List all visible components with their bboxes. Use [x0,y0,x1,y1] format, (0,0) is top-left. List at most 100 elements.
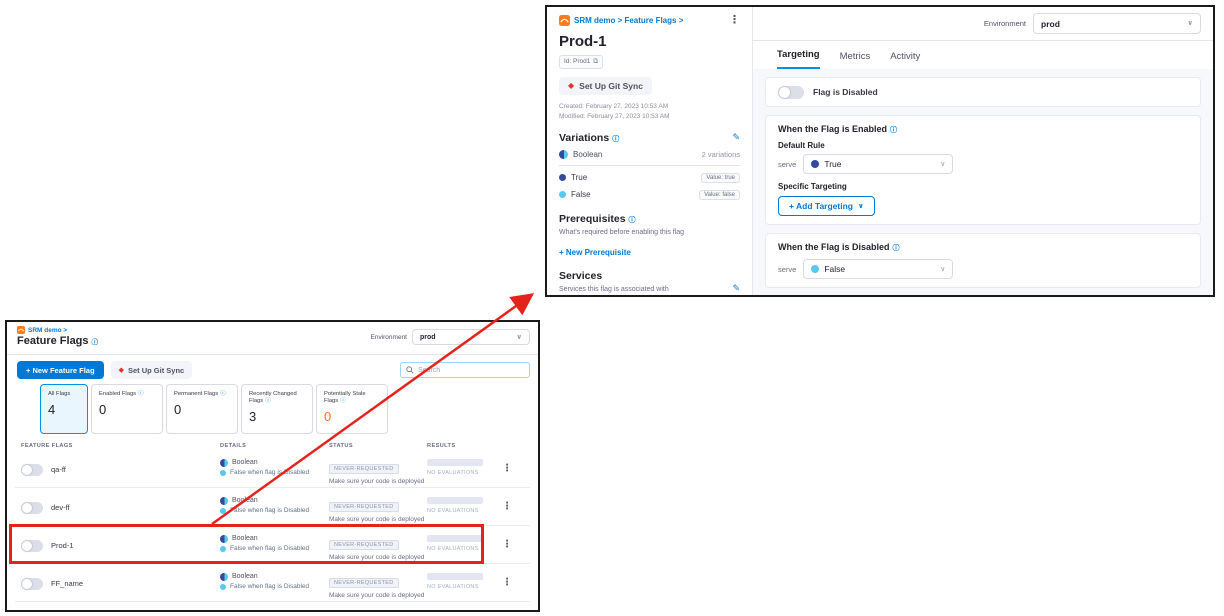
breadcrumb-text[interactable]: SRM demo > Feature Flags > [574,16,683,25]
search-box [400,362,530,378]
setup-git-sync-button[interactable]: ◆ Set Up Git Sync [111,361,193,379]
created-timestamp: Created: February 27, 2023 10:53 AM [559,102,740,112]
prerequisites-heading: Prerequisitesⓘ [559,213,740,225]
tab-metrics[interactable]: Metrics [840,51,871,69]
default-rule-serve-select[interactable]: True ∨ [803,154,953,174]
environment-select[interactable]: prod ∨ [412,329,530,345]
table-row[interactable]: dev-ff Boolean False when flag is Disabl… [15,490,530,526]
flag-state-card: Flag is Disabled [765,77,1201,107]
status-text: Make sure your code is deployed [329,554,424,561]
disabled-serve-select[interactable]: False ∨ [803,259,953,279]
default-rule-label: Default Rule [778,141,1188,150]
flag-toggle[interactable] [21,464,43,476]
serve-label: serve [778,265,796,274]
info-icon: ⓘ [265,398,271,404]
table-row[interactable]: FF_name Boolean False when flag is Disab… [15,566,530,602]
edit-variations-icon[interactable]: ✎ [732,132,740,143]
boolean-variation-icon [220,459,228,467]
search-input[interactable] [418,367,524,374]
stat-card-enabled-flags[interactable]: Enabled Flagsⓘ 0 [91,384,163,434]
git-sync-label: Set Up Git Sync [579,81,643,91]
info-icon: ⓘ [92,339,99,346]
results-bar [427,573,483,580]
variation-value-chip: Value: true [701,173,740,183]
setup-git-sync-button[interactable]: ◆ Set Up Git Sync [559,77,652,95]
variation-item: True Value: true [559,173,740,183]
stat-card-recently-changed-flags[interactable]: Recently Changed Flagsⓘ 3 [241,384,313,434]
flag-state-label: Flag is Disabled [813,87,878,97]
info-icon: ⓘ [340,398,346,404]
new-prerequisite-link[interactable]: + New Prerequisite [559,248,740,257]
breadcrumb[interactable]: SRM demo > Feature Flags > [559,15,683,26]
kebab-menu-icon[interactable]: ⋮ [502,540,512,550]
status-text: Make sure your code is deployed [329,516,424,523]
stat-value: 0 [324,409,380,424]
kebab-menu-icon[interactable]: ⋮ [729,15,740,26]
info-icon: ⓘ [612,136,619,143]
git-sync-diamond-icon: ◆ [568,82,574,90]
false-variation-dot [220,470,226,476]
flag-state-toggle[interactable] [778,86,804,99]
git-sync-diamond-icon: ◆ [119,367,124,374]
boolean-variation-icon [220,497,228,505]
boolean-variation-icon [559,150,568,159]
environment-label: Environment [371,334,408,341]
flag-detail-panel: SRM demo > Feature Flags > ⋮ Prod-1 Id: … [545,5,1215,297]
false-variation-dot [811,265,819,273]
results-text: NO EVALUATIONS [427,508,483,514]
tab-activity[interactable]: Activity [890,51,920,69]
boolean-variation-icon [220,535,228,543]
tab-targeting[interactable]: Targeting [777,49,820,69]
flag-name[interactable]: Prod-1 [51,541,74,550]
when-disabled-card: When the Flag is Disabledⓘ serve False ∨ [765,233,1201,288]
info-icon: ⓘ [220,391,226,397]
false-variation-dot [220,584,226,590]
stat-card-permanent-flags[interactable]: Permanent Flagsⓘ 0 [166,384,238,434]
list-toolbar: + New Feature Flag ◆ Set Up Git Sync [17,361,530,379]
modified-timestamp: Modified: February 27, 2023 10:53 AM [559,112,740,122]
list-header: SRM demo > Feature Flagsⓘ Environment pr… [7,322,538,355]
when-disabled-heading: When the Flag is Disabledⓘ [778,242,1188,253]
results-bar [427,497,483,504]
kebab-menu-icon[interactable]: ⋮ [502,502,512,512]
flag-toggle[interactable] [21,540,43,552]
feature-flags-list-panel: SRM demo > Feature Flagsⓘ Environment pr… [5,320,540,612]
add-targeting-button[interactable]: + Add Targeting ∨ [778,196,875,216]
variations-heading: Variationsⓘ [559,132,619,144]
git-sync-label: Set Up Git Sync [128,366,184,375]
flag-id-chip: Id: Prod1 ⧉ [559,55,603,69]
true-variation-dot [559,174,566,181]
stat-card-all-flags[interactable]: All Flags 4 [40,384,88,434]
kebab-menu-icon[interactable]: ⋮ [502,464,512,474]
edit-services-icon[interactable]: ✎ [732,283,740,294]
flag-id-text: Id: Prod1 [564,58,590,65]
srm-module-icon [17,326,25,334]
info-icon: ⓘ [893,245,900,252]
flag-name[interactable]: FF_name [51,579,83,588]
serve-label: serve [778,160,796,169]
false-variation-dot [220,546,226,552]
status-badge: NEVER-REQUESTED [329,578,399,588]
chevron-down-icon: ∨ [858,203,864,210]
stat-card-potentially-stale-flags[interactable]: Potentially Stale Flagsⓘ 0 [316,384,388,434]
variation-name: True [571,173,587,182]
flag-toggle[interactable] [21,578,43,590]
table-row-prod-1[interactable]: Prod-1 Boolean False when flag is Disabl… [15,528,530,564]
flag-name[interactable]: qa-ff [51,465,66,474]
table-row[interactable]: qa-ff Boolean False when flag is Disable… [15,452,530,488]
flag-name[interactable]: dev-ff [51,503,70,512]
copy-icon[interactable]: ⧉ [593,58,598,66]
new-feature-flag-button[interactable]: + New Feature Flag [17,361,104,379]
variation-name: False [571,190,591,199]
status-badge: NEVER-REQUESTED [329,464,399,474]
when-enabled-card: When the Flag is Enabledⓘ Default Rule s… [765,115,1201,225]
breadcrumb[interactable]: SRM demo > [17,326,67,334]
flag-toggle[interactable] [21,502,43,514]
info-icon: ⓘ [890,127,897,134]
environment-select[interactable]: prod ∨ [1033,13,1201,34]
status-badge: NEVER-REQUESTED [329,540,399,550]
stat-value: 0 [99,402,155,417]
results-bar [427,535,483,542]
breadcrumb-text[interactable]: SRM demo > [28,327,67,334]
kebab-menu-icon[interactable]: ⋮ [502,578,512,588]
